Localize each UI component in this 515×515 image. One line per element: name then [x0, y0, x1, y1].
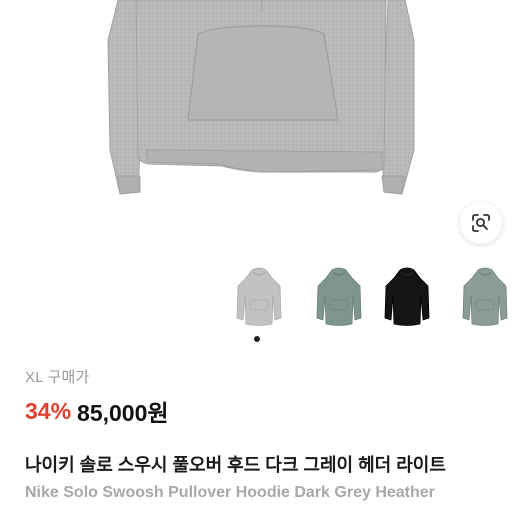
lens-search-button[interactable]: [460, 202, 502, 244]
product-title-korean: 나이키 솔로 스우시 풀오버 후드 다크 그레이 헤더 라이트: [25, 455, 446, 475]
thumbnail-2[interactable]: [309, 262, 369, 334]
thumbnail-4[interactable]: [455, 262, 515, 334]
price: 85,000원: [77, 400, 169, 426]
hoodie-thumbnail-icon: [462, 267, 508, 326]
hoodie-image: [107, 0, 415, 195]
hoodie-thumbnail-icon: [384, 267, 430, 326]
lens-search-icon: [472, 214, 490, 232]
thumbnail-strip: [0, 262, 515, 334]
hoodie-thumbnail-icon: [316, 267, 362, 326]
price-row: 34% 85,000원: [25, 394, 169, 428]
hoodie-thumbnail-icon: [236, 267, 282, 326]
thumbnail-3[interactable]: [377, 262, 437, 334]
pagination-dot-active[interactable]: [254, 336, 260, 342]
size-purchase-label: XL 구매가: [25, 369, 90, 386]
thumbnail-1[interactable]: [229, 262, 289, 334]
product-title-english: Nike Solo Swoosh Pullover Hoodie Dark Gr…: [25, 484, 435, 501]
product-main-image[interactable]: [0, 0, 515, 250]
discount-rate: 34%: [25, 397, 72, 424]
image-pagination: [254, 336, 264, 344]
